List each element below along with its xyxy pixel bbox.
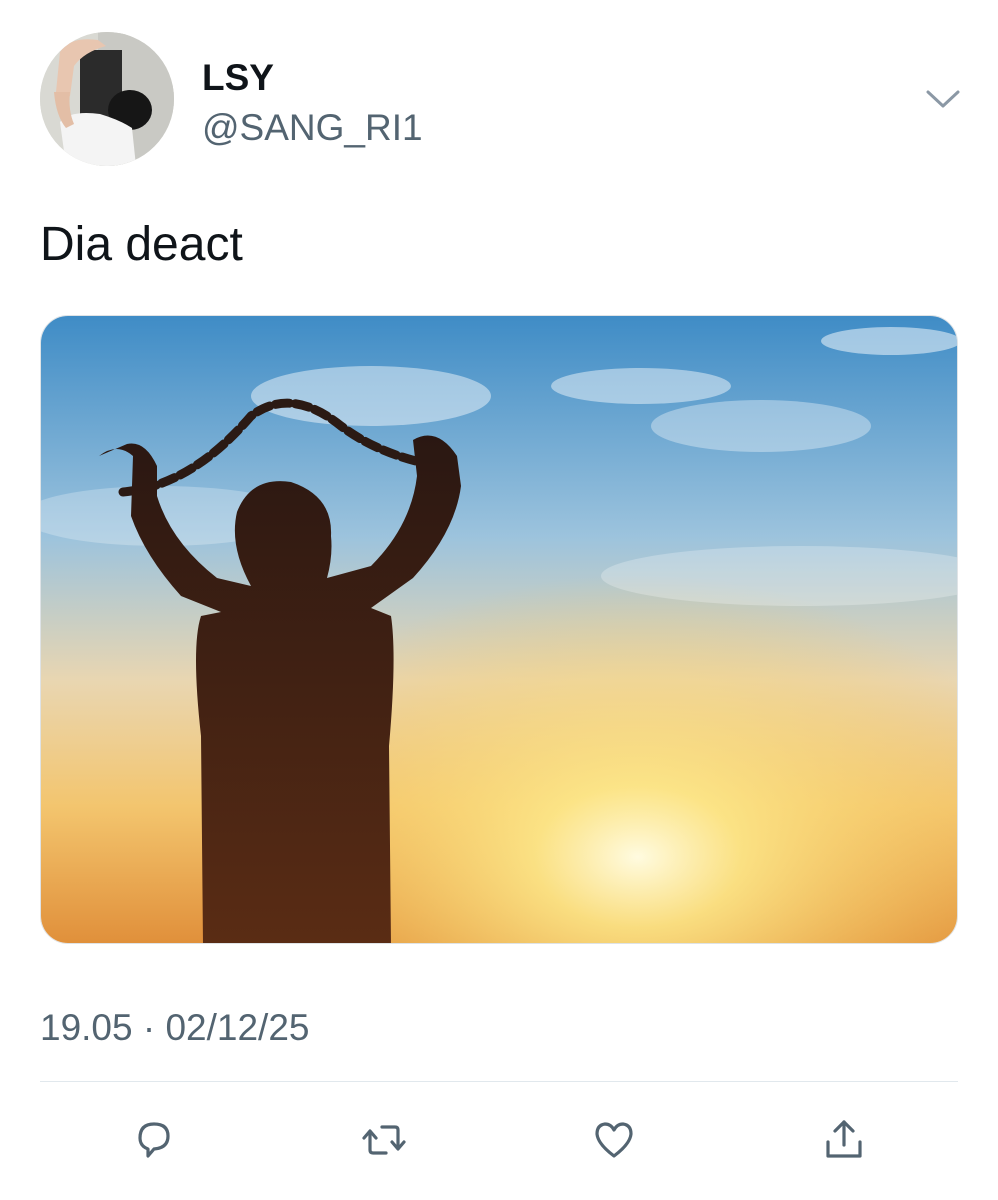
share-icon	[826, 1120, 862, 1158]
user-handle[interactable]: @SANG_RI1	[202, 106, 423, 150]
tweet-text: Dia deact	[40, 218, 243, 271]
reply-icon	[138, 1122, 170, 1158]
divider	[40, 1081, 958, 1082]
retweet-button[interactable]	[356, 1112, 412, 1168]
avatar[interactable]	[40, 32, 174, 166]
tweet-image[interactable]	[40, 315, 958, 944]
action-bar	[0, 1104, 998, 1174]
chevron-down-icon[interactable]	[922, 84, 964, 114]
like-button[interactable]	[586, 1112, 642, 1168]
avatar-photo	[40, 32, 174, 166]
display-name[interactable]: LSY	[202, 56, 274, 100]
tweet-timestamp: 19.05 · 02/12/25	[40, 1007, 310, 1048]
reply-button[interactable]	[126, 1112, 182, 1168]
retweet-icon	[362, 1125, 406, 1155]
tweet: LSY @SANG_RI1 Dia deact 19.05 · 02/12/25	[0, 0, 998, 1200]
share-button[interactable]	[816, 1112, 872, 1168]
heart-icon	[595, 1122, 633, 1158]
